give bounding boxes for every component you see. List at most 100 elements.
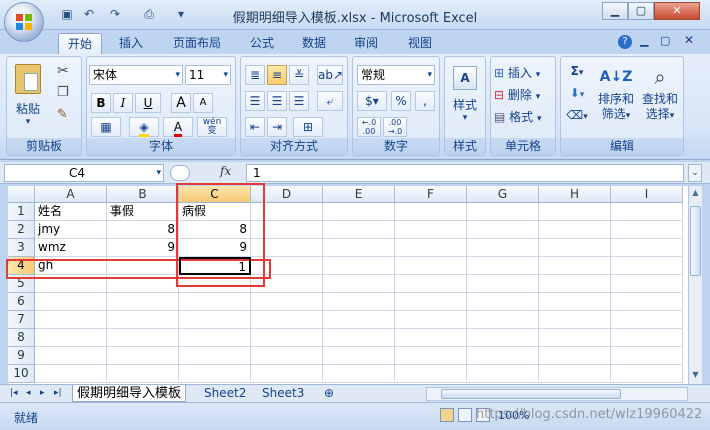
tab-view[interactable]: 视图 — [398, 33, 442, 54]
sheet-tab-2[interactable]: Sheet2 — [200, 385, 250, 402]
column-header-d[interactable]: D — [251, 186, 323, 203]
name-box[interactable]: C4 ▾ — [4, 164, 164, 182]
undo-icon[interactable]: ↶ — [80, 6, 98, 23]
formula-input[interactable]: 1 — [246, 164, 684, 182]
row-header-5[interactable]: 5 — [8, 275, 35, 293]
cell-f1[interactable] — [395, 203, 467, 221]
cell-a3[interactable]: wmz — [35, 239, 107, 257]
cell-d2[interactable] — [251, 221, 323, 239]
cut-icon[interactable]: ✂ — [57, 63, 69, 79]
insert-sheet-icon[interactable]: ⊕ — [320, 385, 338, 402]
ribbon-restore-icon[interactable]: ▢ — [660, 34, 670, 47]
column-header-b[interactable]: B — [107, 186, 179, 203]
column-header-i[interactable]: I — [611, 186, 683, 203]
cell-i7[interactable] — [611, 311, 683, 329]
align-left-button[interactable]: ☰ — [245, 91, 265, 111]
cell-b4[interactable] — [107, 257, 179, 275]
save-icon[interactable]: ▣ — [58, 6, 76, 23]
cell-b9[interactable] — [107, 347, 179, 365]
orientation-button[interactable]: ab↗ — [317, 65, 343, 85]
format-cells-button[interactable]: ▤ 格式 ▾ — [493, 107, 553, 127]
cell-e4[interactable] — [323, 257, 395, 275]
number-format-select[interactable]: 常规 ▾ — [357, 65, 435, 85]
decrease-decimal-button[interactable]: .00 →.0 — [383, 117, 407, 137]
cell-b10[interactable] — [107, 365, 179, 383]
cell-e2[interactable] — [323, 221, 395, 239]
copy-icon[interactable]: ❐ — [57, 85, 69, 100]
tab-review[interactable]: 审阅 — [346, 33, 386, 54]
cell-g9[interactable] — [467, 347, 539, 365]
row-header-9[interactable]: 9 — [8, 347, 35, 365]
cell-c4[interactable]: 1 — [179, 257, 251, 275]
shrink-font-button[interactable]: A — [193, 93, 213, 113]
autosum-button[interactable]: Σ▾ — [563, 63, 591, 83]
cell-i8[interactable] — [611, 329, 683, 347]
cell-a10[interactable] — [35, 365, 107, 383]
cell-i3[interactable] — [611, 239, 683, 257]
align-center-button[interactable]: ☰ — [267, 91, 287, 111]
cell-h2[interactable] — [539, 221, 611, 239]
align-middle-button[interactable]: ≡ — [267, 65, 287, 85]
styles-button[interactable]: A 样式 ▾ — [447, 63, 483, 133]
horizontal-scrollbar[interactable] — [426, 387, 688, 401]
bold-button[interactable]: B — [91, 93, 111, 113]
column-header-e[interactable]: E — [323, 186, 395, 203]
cell-d8[interactable] — [251, 329, 323, 347]
last-sheet-icon[interactable]: ▸| — [50, 385, 66, 402]
row-header-1[interactable]: 1 — [8, 203, 35, 221]
cell-h7[interactable] — [539, 311, 611, 329]
cell-d6[interactable] — [251, 293, 323, 311]
cell-b5[interactable] — [107, 275, 179, 293]
row-header-8[interactable]: 8 — [8, 329, 35, 347]
scroll-up-icon[interactable]: ▲ — [690, 188, 701, 200]
align-bottom-button[interactable]: ≚ — [289, 65, 309, 85]
tab-insert[interactable]: 插入 — [110, 33, 152, 54]
column-header-h[interactable]: H — [539, 186, 611, 203]
minimize-button[interactable]: ▁ — [602, 2, 628, 20]
cell-c9[interactable] — [179, 347, 251, 365]
cell-f9[interactable] — [395, 347, 467, 365]
ribbon-minimize-icon[interactable]: ▁ — [640, 34, 648, 47]
cell-f10[interactable] — [395, 365, 467, 383]
cell-c10[interactable] — [179, 365, 251, 383]
redo-icon[interactable]: ↷ — [106, 6, 124, 23]
column-header-g[interactable]: G — [467, 186, 539, 203]
cell-e9[interactable] — [323, 347, 395, 365]
row-header-4[interactable]: 4 — [8, 257, 35, 275]
row-header-2[interactable]: 2 — [8, 221, 35, 239]
find-select-button[interactable]: ⌕ 查找和 选择▾ — [639, 61, 681, 135]
cell-c1[interactable]: 病假 — [179, 203, 251, 221]
fill-button[interactable]: ⬇▾ — [563, 85, 591, 105]
sheet-tab-3[interactable]: Sheet3 — [258, 385, 308, 402]
paste-button[interactable]: 粘贴 ▾ — [11, 61, 45, 133]
cell-f2[interactable] — [395, 221, 467, 239]
decrease-indent-button[interactable]: ⇤ — [245, 117, 265, 137]
cell-f7[interactable] — [395, 311, 467, 329]
cell-g8[interactable] — [467, 329, 539, 347]
fill-color-button[interactable]: ◈ — [129, 117, 159, 137]
cell-i9[interactable] — [611, 347, 683, 365]
cell-b6[interactable] — [107, 293, 179, 311]
cell-f3[interactable] — [395, 239, 467, 257]
grow-font-button[interactable]: A — [171, 93, 191, 113]
delete-cells-button[interactable]: ⊟ 删除 ▾ — [493, 85, 553, 105]
cell-i4[interactable] — [611, 257, 683, 275]
italic-button[interactable]: I — [113, 93, 133, 113]
increase-indent-button[interactable]: ⇥ — [267, 117, 287, 137]
cell-e1[interactable] — [323, 203, 395, 221]
cell-b7[interactable] — [107, 311, 179, 329]
cell-b8[interactable] — [107, 329, 179, 347]
align-top-button[interactable]: ≣ — [245, 65, 265, 85]
cell-h8[interactable] — [539, 329, 611, 347]
prev-sheet-icon[interactable]: ◂ — [22, 385, 35, 402]
merge-center-button[interactable]: ⊞ — [293, 117, 323, 137]
cell-b1[interactable]: 事假 — [107, 203, 179, 221]
close-button[interactable]: ✕ — [654, 2, 700, 20]
font-size-select[interactable]: 11 ▾ — [185, 65, 231, 85]
cell-e3[interactable] — [323, 239, 395, 257]
cell-h4[interactable] — [539, 257, 611, 275]
cell-e10[interactable] — [323, 365, 395, 383]
cell-d10[interactable] — [251, 365, 323, 383]
format-painter-icon[interactable]: ✎ — [57, 107, 68, 122]
cell-d1[interactable] — [251, 203, 323, 221]
